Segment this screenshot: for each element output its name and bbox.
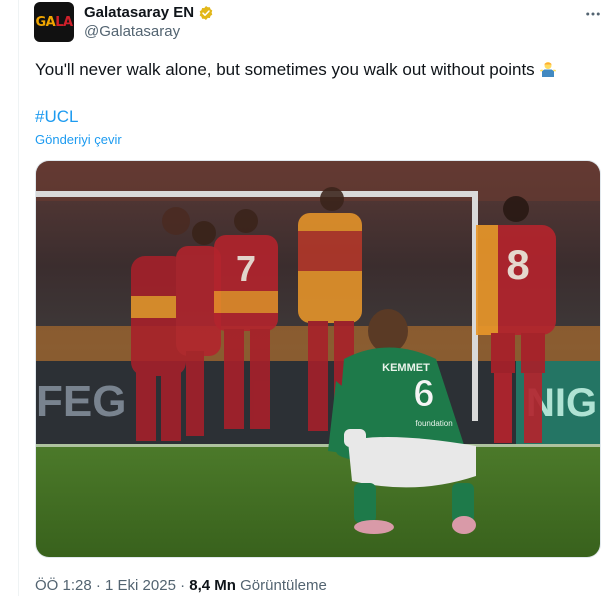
tweet-body: You'll never walk alone, but sometimes y…	[35, 60, 535, 79]
tweet-meta: ÖÖ 1:28 · 1 Eki 2025 · 8,4 Mn Görüntülem…	[35, 577, 327, 594]
more-options-icon[interactable]	[582, 4, 604, 24]
stadium-photo: FEG NIG 7 8 KEMMET 6 foundation	[36, 161, 600, 557]
tweet-text: You'll never walk alone, but sometimes y…	[35, 59, 557, 81]
tweet-date[interactable]: 1 Eki 2025	[105, 577, 176, 594]
shirt-number-7: 7	[236, 248, 256, 289]
hashtag-link[interactable]: #UCL	[35, 107, 78, 127]
ad-board-left: FEG	[36, 377, 126, 426]
tweet-time[interactable]: ÖÖ 1:28	[35, 577, 92, 594]
person-shrugging-icon	[539, 62, 556, 77]
views-count: 8,4 Mn	[189, 577, 236, 594]
author-handle[interactable]: @Galatasaray	[84, 23, 180, 40]
translate-post-link[interactable]: Gönderiyi çevir	[35, 132, 122, 147]
shirt-number-6: 6	[413, 373, 434, 415]
avatar[interactable]: GA LA	[34, 2, 74, 42]
sponsor-text: foundation	[415, 419, 452, 428]
author-name-row: Galatasaray EN	[84, 4, 214, 21]
verified-badge-icon	[199, 5, 213, 20]
shirt-number-8: 8	[506, 241, 529, 288]
meta-separator: ·	[95, 577, 106, 594]
meta-separator: ·	[180, 577, 190, 594]
tweet-photo[interactable]: FEG NIG 7 8 KEMMET 6 foundation	[35, 160, 601, 558]
timeline-border	[18, 0, 19, 596]
galatasaray-logo: GA LA	[35, 14, 73, 30]
views-label: Görüntüleme	[240, 577, 327, 594]
author-display-name[interactable]: Galatasaray EN	[84, 4, 194, 21]
